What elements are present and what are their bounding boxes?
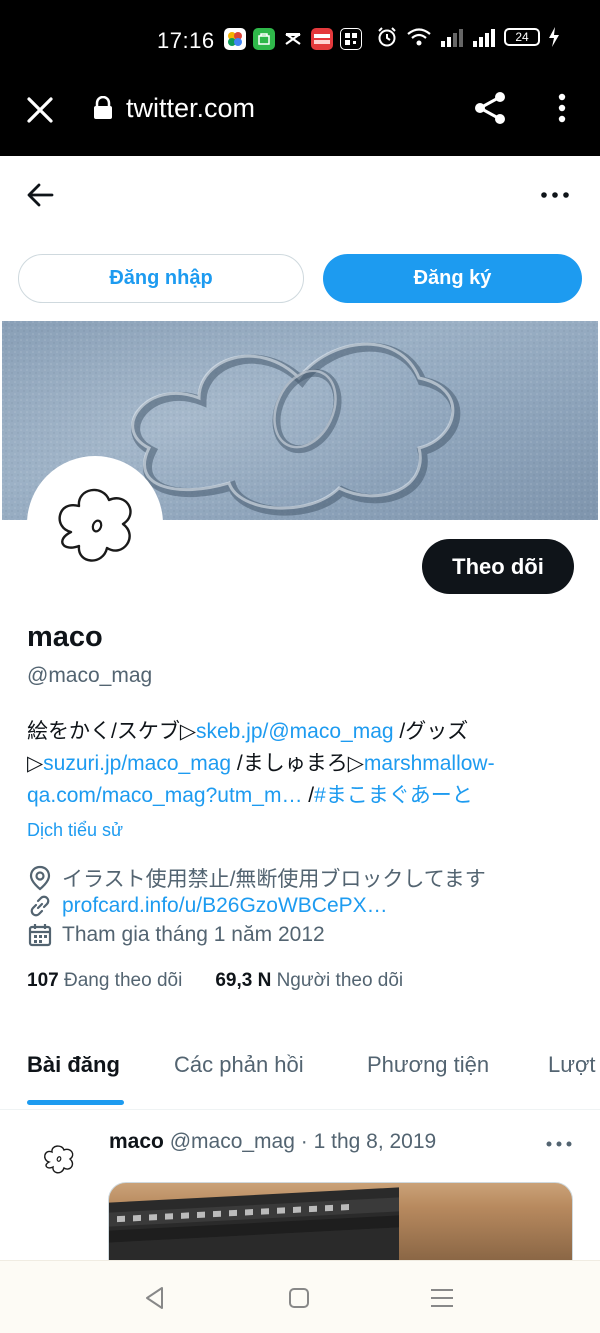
profile-bio: 絵をかく/スケブ▷skeb.jp/@maco_mag /グッズ ▷suzuri.… <box>27 716 587 812</box>
tweet-avatar[interactable] <box>35 1135 83 1183</box>
tweet-author-handle[interactable]: @maco_mag <box>170 1130 295 1153</box>
link-icon <box>30 895 50 917</box>
signal-2-icon <box>473 29 495 47</box>
charging-icon <box>549 27 559 47</box>
bio-link-skeb[interactable]: skeb.jp/@maco_mag <box>196 720 394 743</box>
login-button[interactable]: Đăng nhập <box>18 254 304 303</box>
close-icon[interactable] <box>24 94 56 126</box>
profile-website: profcard.info/u/B26GzoWBCePX… <box>27 893 388 919</box>
shop-app-icon <box>253 28 275 50</box>
back-arrow-icon[interactable] <box>24 180 58 210</box>
bio-link-marshmallow[interactable]: marshmallow- <box>364 752 495 775</box>
tweet-media-image[interactable] <box>108 1182 573 1262</box>
tab-media[interactable]: Phương tiện <box>367 1052 489 1078</box>
status-indicators: 24 <box>376 26 560 48</box>
tablet-toolbar <box>109 1197 399 1243</box>
bio-text: 絵をかく/スケブ▷ <box>27 720 196 743</box>
profile-joined: Tham gia tháng 1 năm 2012 <box>27 922 325 948</box>
translate-bio-link[interactable]: Dịch tiểu sử <box>27 820 123 841</box>
following-label: Đang theo dõi <box>63 970 183 991</box>
android-nav-bar <box>0 1260 600 1333</box>
tweet-separator: · <box>300 1130 308 1153</box>
battery-indicator: 24 <box>504 28 540 46</box>
tweet-header: maco @maco_mag · 1 thg 8, 2019 <box>109 1130 436 1154</box>
profile-tabs: Bài đăng Các phản hồi Phương tiện Lượt <box>0 1040 600 1110</box>
more-horizontal-icon[interactable] <box>538 183 572 207</box>
browser-url-bar: twitter.com <box>0 80 600 156</box>
bio-text: /グッズ <box>393 720 469 743</box>
lock-icon <box>94 96 112 119</box>
more-vertical-icon[interactable] <box>550 92 574 124</box>
flower-logo-icon <box>58 488 132 562</box>
manga-app-icon <box>311 28 333 50</box>
capcut-app-icon <box>282 28 304 50</box>
tweet-author-name[interactable]: maco <box>109 1130 164 1153</box>
wifi-icon <box>407 28 431 46</box>
tab-likes[interactable]: Lượt <box>548 1052 596 1078</box>
bio-text: ▷ <box>27 752 44 775</box>
profile-avatar[interactable] <box>27 456 163 592</box>
photos-app-icon <box>224 28 246 50</box>
profile-handle: @maco_mag <box>27 664 153 687</box>
active-tab-indicator <box>27 1100 124 1105</box>
alarm-icon <box>378 27 396 47</box>
signup-button[interactable]: Đăng ký <box>323 254 582 303</box>
status-bar: 17:16 24 <box>0 0 600 80</box>
bio-link-suzuri[interactable]: suzuri.jp/maco_mag <box>43 752 231 775</box>
signal-1-icon <box>441 29 463 47</box>
profile-stats: 107 Đang theo dõi 69,3 N Người theo dõi <box>27 970 403 992</box>
following-stat[interactable]: 107 Đang theo dõi <box>27 970 182 992</box>
bio-text: / <box>302 784 315 807</box>
tab-replies[interactable]: Các phản hồi <box>174 1052 304 1078</box>
followers-stat[interactable]: 69,3 N Người theo dõi <box>215 970 403 992</box>
qr-app-icon <box>340 28 362 50</box>
nav-back-icon[interactable] <box>142 1285 170 1311</box>
tweet-more-icon[interactable] <box>545 1134 573 1154</box>
profile-name: maco <box>27 621 103 653</box>
nav-menu-icon[interactable] <box>428 1285 456 1311</box>
location-pin-icon <box>29 865 51 891</box>
status-time: 17:16 <box>157 28 215 53</box>
share-icon[interactable] <box>472 90 508 126</box>
bio-link-marshmallow-cont[interactable]: qa.com/maco_mag?utm_m… <box>27 784 302 807</box>
calendar-icon <box>28 924 52 947</box>
status-app-icons <box>224 28 362 50</box>
bio-hashtag[interactable]: #まこまぐあーと <box>314 784 473 807</box>
joined-text: Tham gia tháng 1 năm 2012 <box>62 923 325 946</box>
follow-button[interactable]: Theo dõi <box>422 539 574 594</box>
tab-posts[interactable]: Bài đăng <box>27 1052 120 1078</box>
tablet-screen-image <box>109 1187 399 1261</box>
profile-location: イラスト使用禁止/無断使用ブロックしてます <box>27 863 486 893</box>
followers-count: 69,3 N <box>215 970 272 991</box>
website-link[interactable]: profcard.info/u/B26GzoWBCePX… <box>62 894 388 918</box>
bio-text: /ましゅまろ▷ <box>231 752 364 775</box>
following-count: 107 <box>27 970 59 991</box>
location-text: イラスト使用禁止/無断使用ブロックしてます <box>62 868 486 891</box>
nav-home-icon[interactable] <box>285 1285 313 1311</box>
url-text[interactable]: twitter.com <box>126 93 255 124</box>
tweet-date[interactable]: 1 thg 8, 2019 <box>314 1130 437 1153</box>
followers-label: Người theo dõi <box>276 970 404 991</box>
